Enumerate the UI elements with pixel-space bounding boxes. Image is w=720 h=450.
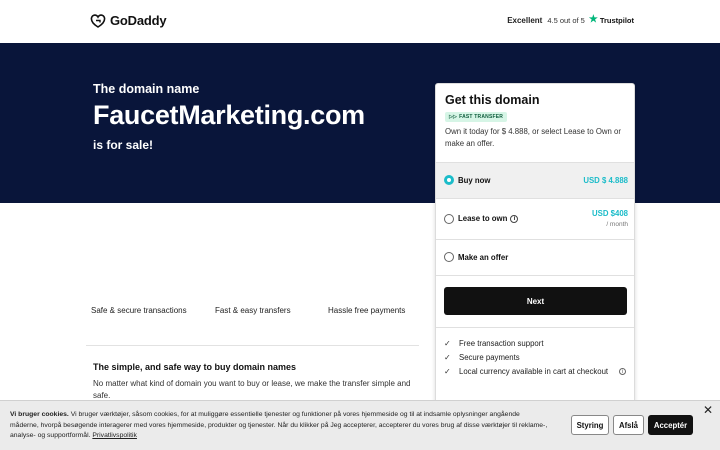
trustpilot-brand: ★ Trustpilot — [589, 15, 634, 25]
section-divider — [86, 345, 419, 346]
info-icon[interactable]: i — [510, 214, 519, 223]
purchase-card: Get this domain ▷▷ FAST TRANSFER Own it … — [435, 83, 635, 413]
benefit-item: ✓ Secure payments — [444, 353, 520, 362]
trustpilot-star-icon: ★ — [588, 14, 598, 25]
radio-buy-now[interactable] — [444, 175, 454, 185]
transfer-icon: ▷▷ — [449, 114, 458, 120]
option-price: USD $408 — [592, 209, 628, 218]
brand-name: GoDaddy — [110, 13, 167, 28]
feature-payments: Hassle free payments — [328, 306, 406, 315]
rating-score: 4.5 out of 5 — [547, 15, 585, 25]
info-title: The simple, and safe way to buy domain n… — [93, 362, 297, 372]
cookie-text: Vi bruger cookies. Vi bruger værktøjer, … — [10, 410, 550, 442]
cookie-banner: Vi bruger cookies. Vi bruger værktøjer, … — [0, 400, 720, 450]
option-label: Buy now — [458, 176, 491, 185]
benefit-item: ✓ Free transaction support — [444, 339, 544, 348]
site-header: GoDaddy Excellent 4.5 out of 5 ★ Trustpi… — [0, 0, 720, 43]
hero-pretitle: The domain name — [93, 82, 200, 96]
options-bottom-border — [436, 275, 634, 276]
benefit-text: Free transaction support — [459, 339, 544, 348]
option-buy-now[interactable]: Buy now USD $ 4.888 — [436, 162, 634, 198]
badge-label: FAST TRANSFER — [459, 114, 504, 120]
fast-transfer-badge: ▷▷ FAST TRANSFER — [445, 112, 508, 122]
radio-lease-to-own[interactable] — [444, 214, 454, 224]
option-lease-to-own[interactable]: Lease to own i USD $408 / month — [436, 198, 634, 239]
manage-cookies-button[interactable]: Styring — [571, 415, 609, 435]
benefit-item: ✓ Local currency available in cart at ch… — [444, 367, 627, 376]
feature-transfer: Fast & easy transfers — [215, 306, 291, 315]
option-price-unit: / month — [606, 221, 628, 228]
check-icon: ✓ — [444, 353, 451, 362]
accept-cookies-button[interactable]: Acceptér — [648, 415, 693, 435]
option-price: USD $ 4.888 — [583, 176, 628, 185]
rating-label: Excellent — [507, 15, 543, 25]
domain-name: FaucetMarketing.com — [93, 100, 365, 130]
benefits-divider — [436, 327, 634, 328]
option-label: Make an offer — [458, 253, 509, 262]
godaddy-logo-icon — [90, 13, 106, 28]
godaddy-logo[interactable]: GoDaddy — [90, 13, 167, 28]
option-make-offer[interactable]: Make an offer — [436, 239, 634, 275]
reject-cookies-button[interactable]: Afslå — [613, 415, 644, 435]
card-description: Own it today for $ 4.888, or select Leas… — [445, 127, 621, 148]
check-icon: ✓ — [444, 339, 451, 348]
cookie-body: Vi bruger værktøjer, såsom cookies, for … — [10, 411, 548, 439]
trustpilot-label: Trustpilot — [599, 15, 634, 25]
info-icon[interactable]: i — [619, 368, 627, 375]
option-label-text: Lease to own — [458, 214, 508, 223]
cookie-title: Vi bruger cookies. — [10, 411, 69, 418]
close-icon[interactable]: ✕ — [703, 403, 713, 417]
next-button[interactable]: Next — [444, 287, 627, 315]
info-body: No matter what kind of domain you want t… — [93, 379, 411, 400]
hero-subtitle: is for sale! — [93, 138, 154, 152]
option-label: Lease to own i — [458, 214, 519, 223]
radio-make-offer[interactable] — [444, 252, 454, 262]
benefit-text: Secure payments — [459, 353, 520, 362]
feature-secure: Safe & secure transactions — [91, 306, 187, 315]
check-icon: ✓ — [444, 367, 451, 376]
trustpilot-rating[interactable]: Excellent 4.5 out of 5 ★ Trustpilot — [507, 15, 634, 25]
benefit-text: Local currency available in cart at chec… — [459, 367, 609, 376]
card-title: Get this domain — [445, 93, 540, 107]
privacy-policy-link[interactable]: Privatlivspolitik — [92, 432, 137, 439]
